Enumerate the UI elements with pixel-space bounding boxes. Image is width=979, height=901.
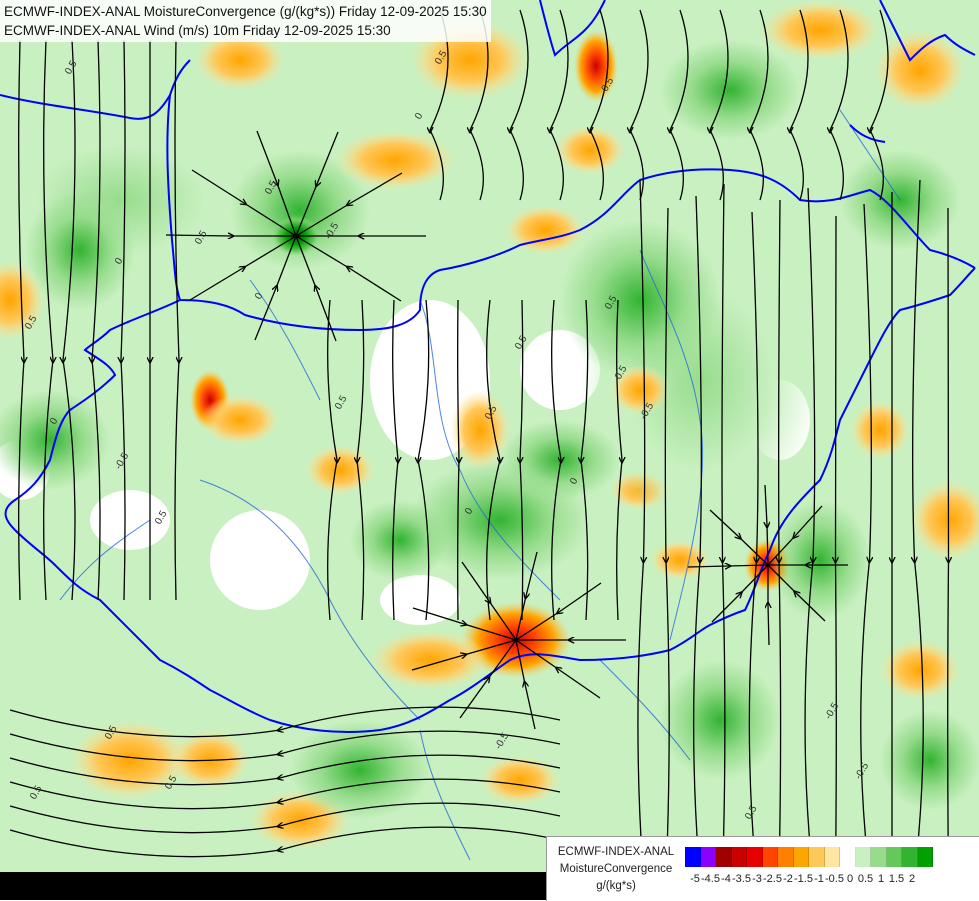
legend-tick-label: -5: [690, 873, 700, 885]
legend-swatch: [902, 847, 918, 867]
field-zero-region: [210, 510, 310, 610]
field-blob: [850, 400, 910, 460]
field-zero-region: [380, 575, 460, 625]
legend-tick-label: 0.5: [857, 873, 874, 885]
legend-swatch: [762, 847, 778, 867]
legend-swatch: [871, 847, 887, 867]
legend-tick-label: 0: [846, 873, 854, 885]
legend-swatch: [716, 847, 732, 867]
legend-tick-label: -3.5: [732, 873, 751, 885]
field-blob: [660, 660, 780, 780]
legend-tick-label: -1.5: [794, 873, 813, 885]
legend-swatch: [778, 847, 794, 867]
field-blob: [660, 40, 800, 140]
field-blob: [335, 130, 455, 190]
legend-swatch: [747, 847, 763, 867]
legend-tick-label: -4.5: [701, 873, 720, 885]
field-blob: [760, 0, 880, 60]
legend-swatch: [809, 847, 825, 867]
legend-model-name: ECMWF-INDEX-ANAL: [557, 846, 675, 858]
legend-tick-label: 2: [908, 873, 916, 885]
map-canvas[interactable]: 0.500.5-0.50.500.5-0.50.50.50-0.50.50.50…: [0, 0, 979, 900]
legend-swatch: [840, 847, 856, 867]
field-blob: [560, 220, 720, 380]
map-title-box: ECMWF-INDEX-ANAL MoistureConvergence (g/…: [0, 0, 491, 42]
legend-swatch: [685, 847, 701, 867]
legend-tick-label: -4: [721, 873, 731, 885]
legend-swatch: [917, 847, 933, 867]
legend-swatch: [731, 847, 747, 867]
legend-tick-label: -1: [814, 873, 824, 885]
field-blob: [305, 445, 375, 495]
field-blob: [770, 500, 870, 620]
field-blob: [880, 710, 979, 810]
legend-swatch: [886, 847, 902, 867]
title-moisture-convergence: ECMWF-INDEX-ANAL MoistureConvergence (g/…: [4, 4, 487, 19]
legend-swatch: [700, 847, 716, 867]
legend-swatch: [855, 847, 871, 867]
title-wind: ECMWF-INDEX-ANAL Wind (m/s) 10m Friday 1…: [4, 23, 391, 38]
field-blob: [574, 30, 618, 102]
field-blob: [350, 500, 450, 580]
color-legend: ECMWF-INDEX-ANAL MoistureConvergence g/(…: [546, 836, 979, 901]
legend-unit: g/(kg*s): [596, 880, 636, 892]
legend-tick-label: 1: [877, 873, 885, 885]
field-blob: [200, 395, 280, 445]
legend-tick-label: -3: [752, 873, 762, 885]
legend-tick-label: -0.5: [825, 873, 844, 885]
field-blob: [370, 630, 490, 690]
legend-tick-label: -2: [783, 873, 793, 885]
field-blob: [500, 420, 620, 500]
legend-tick-label: 1.5: [888, 873, 905, 885]
field-blob: [555, 125, 625, 175]
legend-color-bar: [685, 847, 933, 867]
field-blob: [480, 755, 560, 805]
legend-field-name: MoistureConvergence: [559, 863, 673, 875]
legend-tick-label: -2.5: [763, 873, 782, 885]
legend-swatch: [793, 847, 809, 867]
legend-swatch: [824, 847, 840, 867]
